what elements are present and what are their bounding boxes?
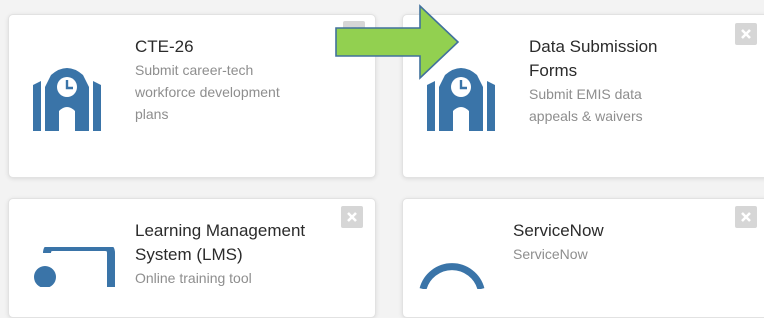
tile-description: ServiceNow — [513, 243, 588, 265]
school-building-icon — [25, 65, 109, 136]
tile-title: Learning Management System (LMS) — [135, 219, 305, 267]
tile-cte-26[interactable]: CTE-26 Submit career-tech workforce deve… — [8, 14, 376, 178]
close-icon — [741, 212, 751, 222]
tile-description: Submit EMIS data appeals & waivers — [529, 83, 643, 127]
tile-title-line: System (LMS) — [135, 245, 243, 264]
tile-description-line: workforce development — [135, 84, 280, 100]
remove-tile-button[interactable] — [341, 206, 363, 228]
service-desk-icon — [417, 249, 487, 294]
tile-description-line: appeals & waivers — [529, 108, 643, 124]
tile-description: Submit career-tech workforce development… — [135, 59, 280, 125]
tile-title: Data Submission Forms — [529, 35, 658, 83]
presentation-board-icon — [31, 243, 121, 292]
tile-description: Online training tool — [135, 267, 252, 289]
close-icon — [741, 29, 751, 39]
tile-description-line: plans — [135, 106, 169, 122]
tile-description-line: Submit EMIS data — [529, 86, 642, 102]
close-icon — [347, 212, 357, 222]
tile-description-line: Submit career-tech — [135, 62, 254, 78]
green-arrow-icon — [335, 4, 460, 80]
tile-servicenow[interactable]: ServiceNow ServiceNow — [402, 198, 764, 318]
tile-title-line: Data Submission — [529, 37, 658, 56]
tile-title-line: Forms — [529, 61, 578, 80]
tile-title-line: Learning Management — [135, 221, 306, 240]
tile-description-line: Online training tool — [135, 270, 252, 286]
tile-description-line: ServiceNow — [513, 246, 588, 262]
tile-learning-management-system[interactable]: Learning Management System (LMS) Online … — [8, 198, 376, 318]
tile-title: CTE-26 — [135, 37, 194, 56]
remove-tile-button[interactable] — [735, 23, 757, 45]
tile-title: ServiceNow — [513, 221, 604, 240]
remove-tile-button[interactable] — [735, 206, 757, 228]
